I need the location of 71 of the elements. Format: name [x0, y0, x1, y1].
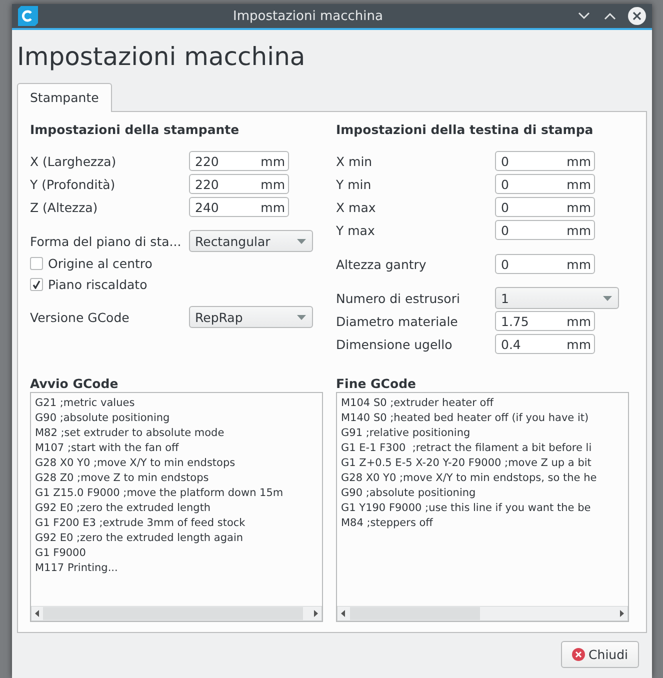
code-line: M117 Printing... — [35, 561, 119, 576]
checkbox[interactable] — [30, 278, 43, 290]
code-line: G21 ;metric values — [35, 396, 136, 411]
code-line: G92 E0 ;zero the extruded length — [35, 501, 212, 516]
input-field[interactable]: 220 mm — [189, 151, 289, 171]
gcode-text-area[interactable] — [336, 392, 629, 622]
code-line: G28 X0 Y0 ;move X/Y to min endstops — [35, 456, 236, 471]
code-line: G1 Z15.0 F9000 ;move the platform down 15m — [35, 486, 284, 501]
code-line: G1 E-1 F300 ;retract the filament a bit before li — [341, 441, 593, 456]
field-label: Y min — [336, 176, 372, 192]
caret-icon — [297, 238, 306, 244]
code-line: G1 Y190 F9000 ;use this line if you want the be — [341, 501, 592, 516]
checkbox-label: Origine al centro — [48, 256, 152, 270]
horizontal-scrollbar[interactable] — [31, 606, 322, 621]
field-label: Z (Altezza) — [30, 200, 99, 214]
checkbox[interactable] — [30, 256, 43, 270]
horizontal-scrollbar[interactable] — [337, 606, 628, 621]
code-line: G1 Z+0.5 E-5 X-20 Y-20 F9000 ;move Z up a bit — [341, 456, 592, 471]
checkbox-label: Piano riscaldato — [48, 276, 148, 292]
input-field[interactable]: 0.4 mm — [495, 334, 595, 354]
field-label: X max — [336, 200, 377, 214]
tab[interactable]: Stampante — [17, 83, 112, 112]
field-label: Y (Profondità) — [30, 176, 116, 192]
close-icon — [572, 648, 585, 661]
field-label: Altezza gantry — [336, 256, 428, 272]
page-heading: Impostazioni macchina — [17, 42, 306, 71]
code-line: M140 S0 ;heated bed heater off (if you have it) — [341, 411, 590, 426]
code-line: G1 F9000 — [35, 546, 87, 561]
input-field[interactable]: 240 mm — [189, 197, 289, 217]
code-line: M104 S0 ;extruder heater off — [341, 396, 495, 411]
input-field[interactable]: 0 mm — [495, 220, 595, 240]
code-line: M82 ;set extruder to absolute mode — [35, 426, 226, 441]
dropdown[interactable]: 1 — [495, 287, 619, 309]
field-label: Numero di estrusori — [336, 290, 461, 306]
section-title: Impostazioni della stampante — [30, 122, 240, 137]
gcode-text-area[interactable] — [30, 392, 323, 622]
code-line: G92 E0 ;zero the extruded length again — [35, 531, 244, 546]
caret-icon — [297, 314, 306, 320]
field-label: Diametro materiale — [336, 314, 459, 328]
code-line: M84 ;steppers off — [341, 516, 434, 531]
field-label: X min — [336, 154, 374, 168]
input-field[interactable]: 0 mm — [495, 254, 595, 274]
field-label: X (Larghezza) — [30, 154, 118, 168]
app-logo-icon — [18, 6, 38, 26]
code-line: M107 ;start with the fan off — [35, 441, 180, 456]
section-title: Fine GCode — [336, 376, 417, 391]
input-field[interactable]: 1.75 mm — [495, 311, 595, 331]
minimize-icon[interactable] — [578, 12, 590, 20]
code-line: G28 Z0 ;move Z to min endstops — [35, 471, 210, 486]
section-title: Impostazioni della testina di stampa — [336, 122, 594, 137]
maximize-icon[interactable] — [604, 12, 616, 20]
field-label: Dimensione ugello — [336, 336, 454, 352]
section-title: Avvio GCode — [30, 376, 120, 391]
field-label: Versione GCode — [30, 310, 130, 324]
input-field[interactable]: 0 mm — [495, 174, 595, 194]
caret-icon — [603, 296, 612, 300]
field-label: Forma del piano di sta... — [30, 234, 182, 248]
input-field[interactable]: 0 mm — [495, 151, 595, 171]
code-line: G1 F200 E3 ;extrude 3mm of feed stock — [35, 516, 246, 531]
dropdown[interactable]: Rectangular — [189, 230, 313, 252]
close-icon[interactable] — [628, 7, 646, 25]
field-label: Y max — [336, 222, 376, 238]
input-field[interactable]: 0 mm — [495, 197, 595, 217]
code-line: G28 X0 Y0 ;move X/Y to min endstops, so the he — [341, 471, 598, 486]
code-line: G90 ;absolute positioning — [35, 411, 171, 426]
code-line: G91 ;relative positioning — [341, 426, 472, 441]
code-line: G90 ;absolute positioning — [341, 486, 477, 501]
window-title: Impostazioni macchina — [232, 8, 384, 24]
close-button[interactable]: Chiudi — [560, 641, 639, 668]
input-field[interactable]: 220 mm — [189, 174, 289, 194]
dropdown[interactable]: RepRap — [189, 306, 313, 328]
